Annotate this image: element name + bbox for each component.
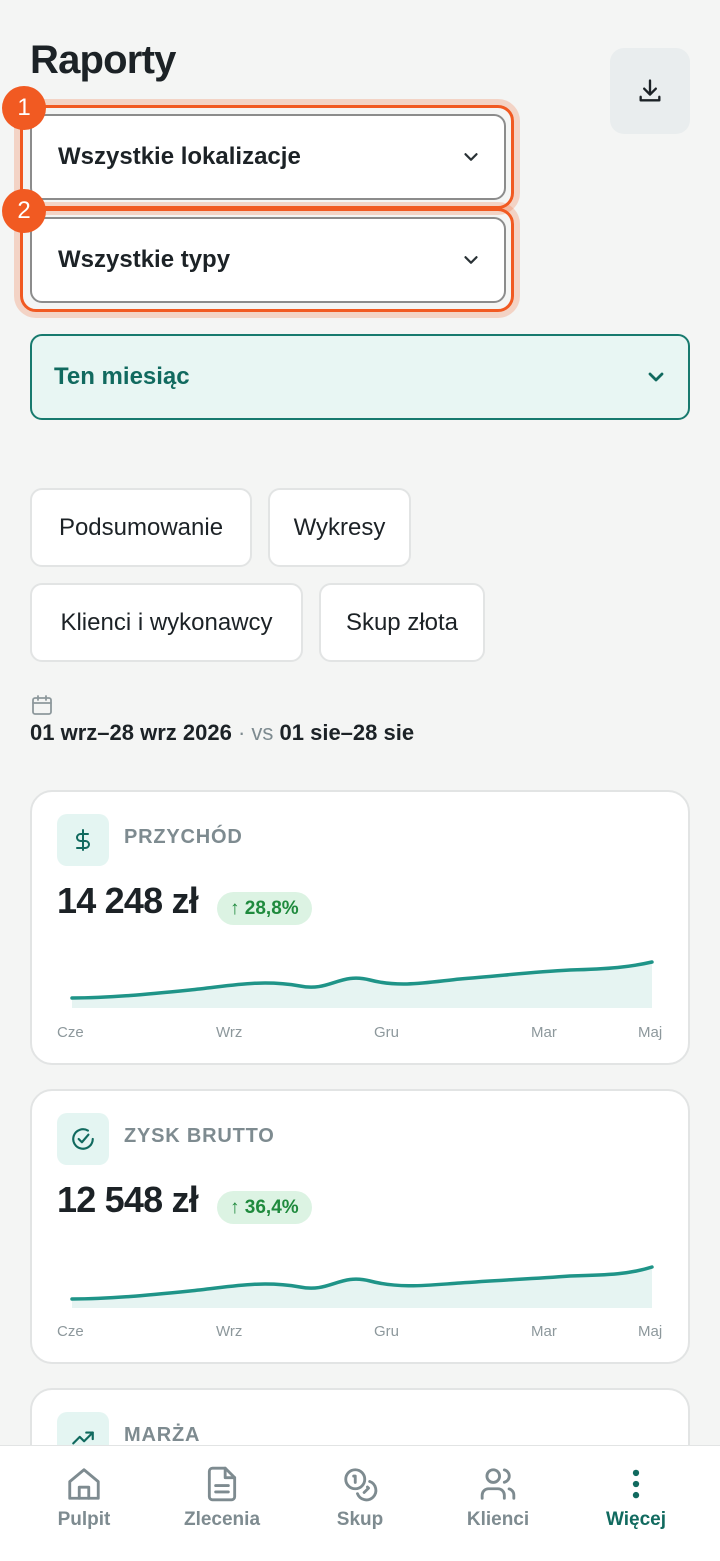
bottom-nav: Pulpit Zlecenia Skup Klienci Więcej: [0, 1445, 720, 1561]
nav-item-buyback[interactable]: Skup: [288, 1446, 432, 1561]
coins-icon: [344, 1468, 378, 1502]
card-label: PRZYCHÓD: [124, 826, 243, 848]
more-vertical-icon: [632, 1469, 640, 1499]
change-badge: ↑ 36,4%: [217, 1191, 312, 1224]
revenue-card[interactable]: PRZYCHÓD 14 248 zł ↑ 28,8% Cze Wrz Gru M…: [30, 790, 690, 1065]
type-select-label: Wszystkie typy: [58, 246, 231, 273]
axis-label: Cze: [57, 1024, 84, 1041]
location-select[interactable]: Wszystkie lokalizacje: [30, 114, 506, 200]
chevron-down-icon: [648, 372, 664, 382]
location-select-label: Wszystkie lokalizacje: [58, 143, 301, 170]
home-icon: [68, 1468, 100, 1500]
axis-label: Gru: [374, 1323, 400, 1340]
annotation-badge-2: 2: [2, 189, 46, 233]
check-circle-icon: [72, 1128, 94, 1150]
annotation-badge-1: 1: [2, 86, 46, 130]
axis-label: Wrz: [216, 1323, 243, 1340]
axis-label: Gru: [374, 1024, 400, 1041]
current-range: 01 wrz–28 wrz 2026: [30, 720, 232, 745]
gross-profit-card[interactable]: ZYSK BRUTTO 12 548 zł ↑ 36,4% Cze Wrz Gr…: [30, 1089, 690, 1364]
period-select-label: Ten miesiąc: [54, 363, 190, 390]
nav-item-clients[interactable]: Klienci: [426, 1446, 570, 1561]
chevron-down-icon: [464, 153, 478, 161]
nav-item-dashboard[interactable]: Pulpit: [12, 1446, 156, 1561]
type-select[interactable]: Wszystkie typy: [30, 217, 506, 303]
chevron-down-icon: [464, 256, 478, 264]
download-icon: [639, 79, 661, 102]
nav-label: Pulpit: [57, 1509, 111, 1530]
tab-gold-buyback[interactable]: Skup złota: [319, 583, 485, 662]
users-icon: [480, 1468, 516, 1500]
dollar-icon-box: [57, 814, 109, 866]
vs-label: vs: [251, 720, 274, 745]
card-value: 14 248 zł: [57, 880, 199, 921]
tab-charts[interactable]: Wykresy: [268, 488, 411, 567]
nav-label: Zlecenia: [183, 1509, 261, 1530]
document-icon: [207, 1466, 237, 1502]
card-value: 12 548 zł: [57, 1179, 199, 1220]
card-label: ZYSK BRUTTO: [124, 1125, 275, 1147]
sparkline-chart: [70, 1265, 654, 1308]
axis-label: Maj: [638, 1024, 663, 1041]
tab-summary[interactable]: Podsumowanie: [30, 488, 252, 567]
tab-clients[interactable]: Klienci i wykonawcy: [30, 583, 303, 662]
period-select[interactable]: Ten miesiąc: [30, 334, 690, 420]
previous-range: 01 sie–28 sie: [279, 720, 415, 745]
nav-label: Skup: [336, 1509, 384, 1530]
change-badge: ↑ 28,8%: [217, 892, 312, 925]
download-button[interactable]: [610, 48, 690, 134]
nav-label: Więcej: [605, 1509, 667, 1530]
axis-label: Maj: [638, 1323, 663, 1340]
axis-label: Mar: [531, 1024, 557, 1041]
axis-label: Cze: [57, 1323, 84, 1340]
date-range: 01 wrz–28 wrz 2026 · vs 01 sie–28 sie: [30, 720, 414, 746]
check-circle-icon-box: [57, 1113, 109, 1165]
axis-label: Wrz: [216, 1024, 243, 1041]
nav-item-orders[interactable]: Zlecenia: [150, 1446, 294, 1561]
sparkline-chart: [70, 960, 654, 1008]
calendar-icon: [32, 695, 52, 715]
nav-label: Klienci: [466, 1509, 530, 1530]
dollar-icon: [76, 829, 90, 851]
range-separator: ·: [237, 720, 246, 745]
card-label: MARŻA: [124, 1424, 201, 1446]
axis-label: Mar: [531, 1323, 557, 1340]
sparkline-area: [72, 1267, 652, 1308]
page-title: Raporty: [30, 38, 176, 82]
nav-item-more[interactable]: Więcej: [564, 1446, 708, 1561]
